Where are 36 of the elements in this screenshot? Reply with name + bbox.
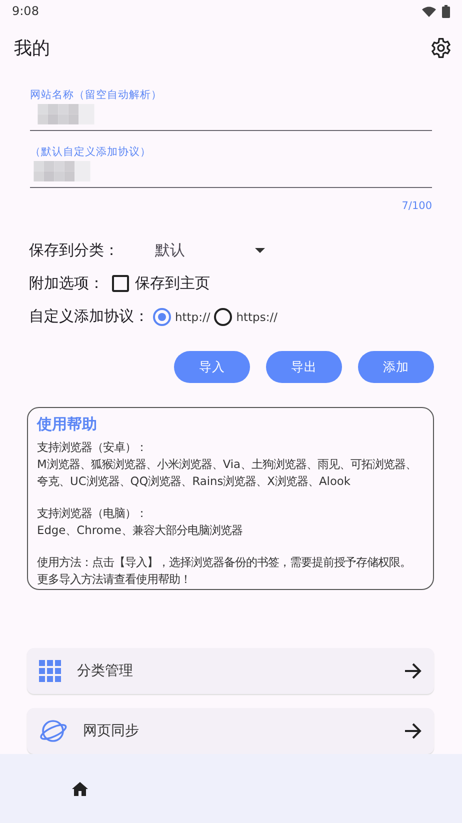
help-text: 支持浏览器（安卓）：: [37, 439, 148, 456]
menu-item[interactable]: 网页同步: [27, 708, 434, 754]
help-text: 支持浏览器（电脑）：: [37, 505, 148, 522]
settings-icon[interactable]: [430, 37, 452, 59]
home-icon[interactable]: [72, 782, 88, 796]
status-time: 9:08: [12, 4, 39, 18]
grid-icon: [39, 660, 61, 682]
radio-button[interactable]: [214, 308, 232, 326]
help-text: 更多导入方法请查看使用帮助！: [37, 571, 192, 588]
help-title: 使用帮助: [37, 416, 98, 433]
action-button[interactable]: 导出: [266, 351, 342, 383]
arrow-right-icon: [404, 663, 422, 679]
checkbox[interactable]: [112, 275, 129, 292]
help-text: Edge、Chrome、兼容大部分电脑浏览器: [37, 522, 244, 539]
category-label: 保存到分类：: [29, 241, 119, 260]
wifi-icon: [422, 6, 436, 16]
action-button[interactable]: 添加: [358, 351, 434, 383]
checkbox-label: 保存到主页: [135, 274, 210, 293]
caret-icon: [255, 248, 265, 253]
radio-label: http://: [175, 310, 210, 324]
radio-button[interactable]: [153, 308, 171, 326]
radio-label: https://: [236, 310, 278, 324]
help-text: 使用方法：点击【导入】，选择浏览器备份的书签，需要提前授予存储权限。: [37, 554, 412, 571]
options-label: 附加选项：: [29, 274, 104, 293]
menu-item[interactable]: 分类管理: [27, 648, 434, 694]
page-title: 我的: [14, 37, 50, 60]
arrow-right-icon: [404, 723, 422, 739]
help-text: M浏览器、狐猴浏览器、小米浏览器、Via、土狗浏览器、雨见、可拓浏览器、夸克、UC浏览器、QQ浏览器、Rains浏览器、X浏览器、Alook: [37, 456, 418, 490]
character-counter: 7/100: [400, 200, 432, 212]
battery-icon: [442, 4, 450, 18]
category-dropdown[interactable]: 默认: [155, 241, 265, 260]
planet-icon: [39, 717, 67, 745]
protocol-label: 自定义添加协议：: [29, 307, 149, 326]
text-field[interactable]: （默认自定义添加协议）: [30, 137, 432, 188]
text-field[interactable]: 网站名称（留空自动解析）: [30, 80, 432, 131]
action-button[interactable]: 导入: [174, 351, 250, 383]
